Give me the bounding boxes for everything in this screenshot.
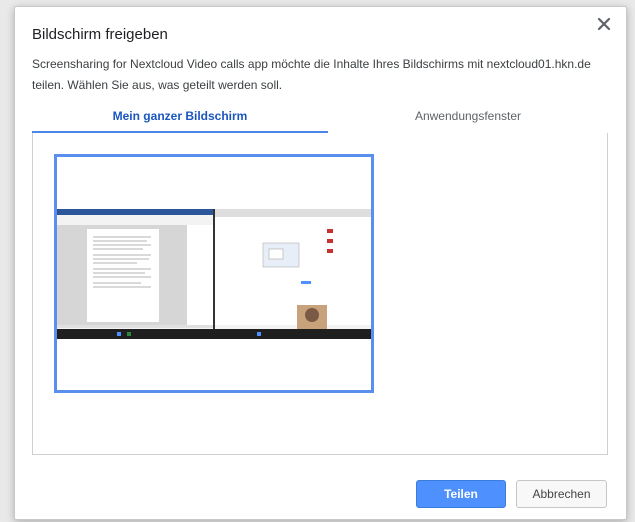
source-list-panel bbox=[32, 133, 608, 455]
tab-entire-screen[interactable]: Mein ganzer Bildschirm bbox=[32, 106, 328, 133]
share-screen-dialog: Bildschirm freigeben Screensharing for N… bbox=[14, 6, 627, 520]
screen-preview-image bbox=[57, 209, 371, 339]
tab-bar: Mein ganzer Bildschirm Anwendungsfenster bbox=[32, 106, 608, 133]
tab-application-window[interactable]: Anwendungsfenster bbox=[328, 106, 608, 133]
dialog-title: Bildschirm freigeben bbox=[32, 26, 168, 43]
cancel-button[interactable]: Abbrechen bbox=[516, 480, 607, 508]
dialog-description: Screensharing for Nextcloud Video calls … bbox=[32, 57, 591, 92]
screen-preview-drawing bbox=[57, 209, 371, 339]
share-button[interactable]: Teilen bbox=[416, 480, 506, 508]
screen-thumbnail[interactable] bbox=[54, 154, 374, 393]
close-icon[interactable] bbox=[595, 15, 613, 33]
